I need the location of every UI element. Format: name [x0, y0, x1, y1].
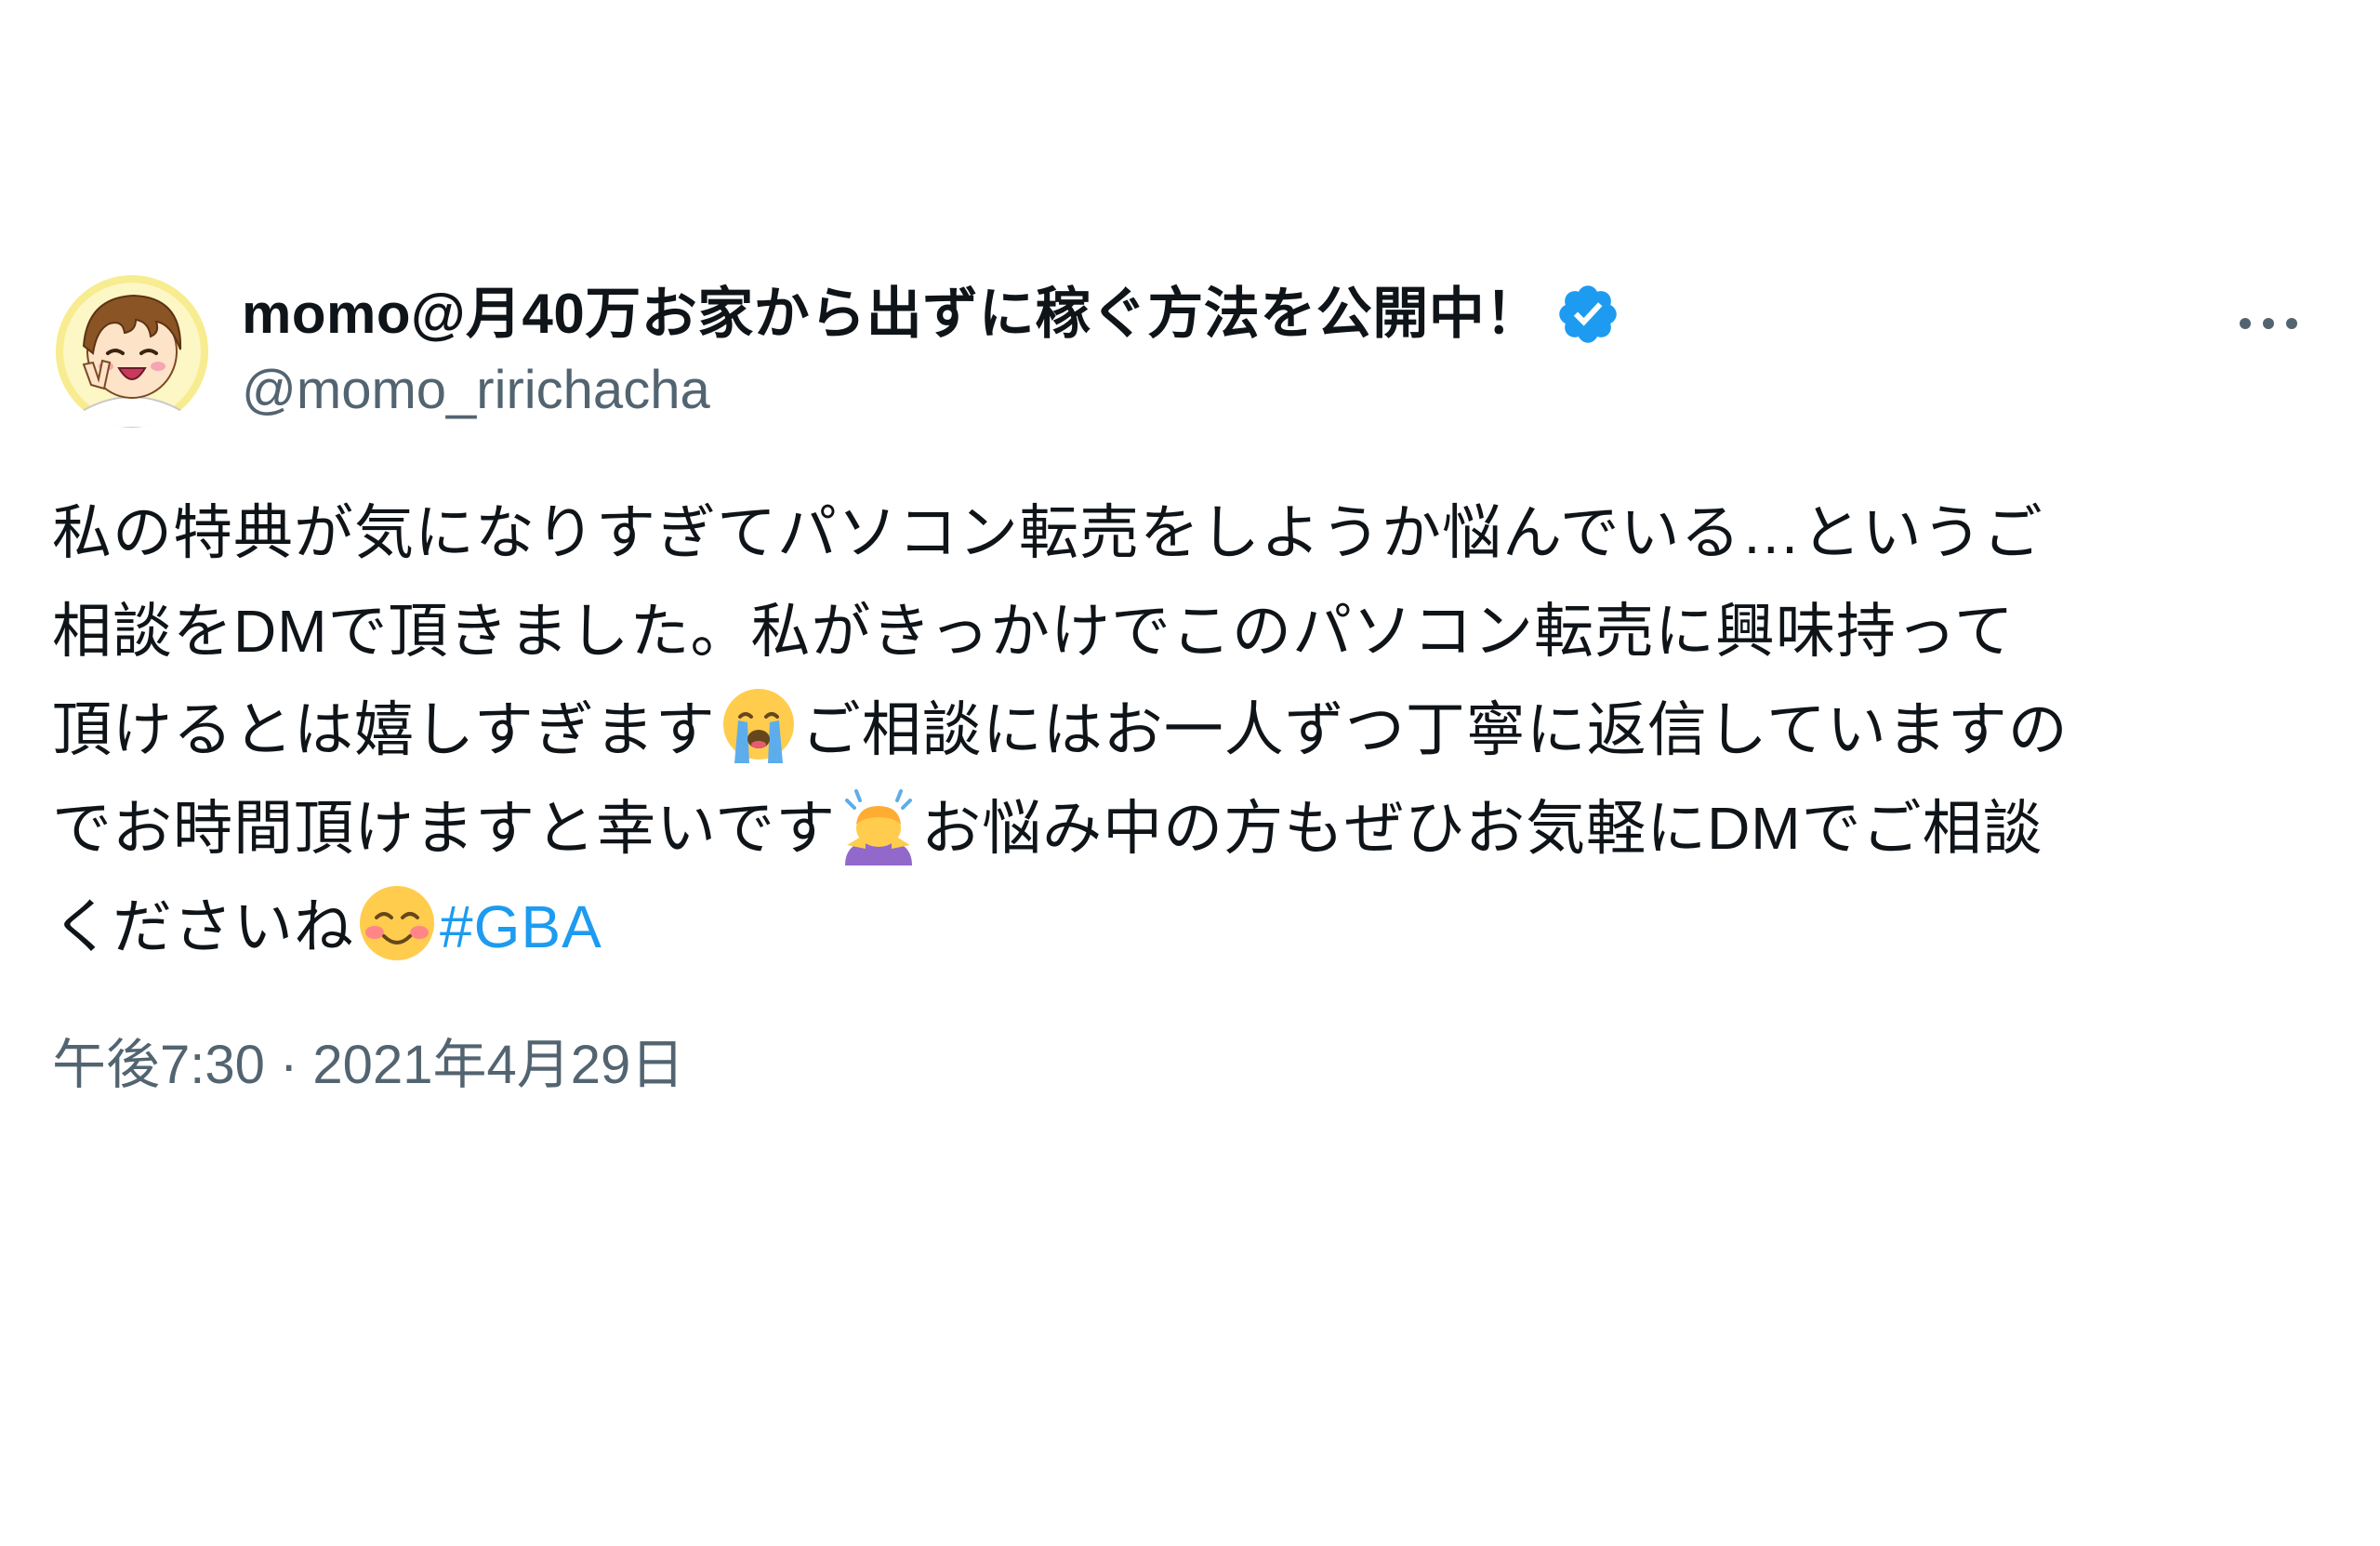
tweet-text-segment: でお時間頂けますと幸いです [52, 795, 837, 862]
cartoon-boy-avatar-icon [56, 275, 208, 428]
display-name-row: momo@月40万お家から出ずに稼ぐ方法を公開中！ [242, 277, 1621, 351]
tweet-line: 私の特典が気になりすぎてパソコン転売をしようか悩んでいる…というご [52, 483, 2302, 582]
more-dots-icon [2240, 318, 2297, 329]
tweet-text-segment: 相談をDMで頂きました。私がきっかけでこのパソコン転売に興味持って [52, 598, 2015, 665]
avatar[interactable] [56, 275, 208, 428]
tweet-text: 私の特典が気になりすぎてパソコン転売をしようか悩んでいる…というご 相談をDMで… [52, 483, 2302, 976]
tweet-line: くださいね #GBA [52, 878, 2302, 976]
person-bowing-emoji [838, 784, 919, 865]
tweet-text-segment: くださいね [52, 893, 354, 960]
tweet-timestamp[interactable]: 午後7:30 · 2021年4月29日 [52, 1028, 2311, 1103]
tweet-text-segment: 頂けるとは嬉しすぎます [52, 696, 716, 763]
tweet-line: 相談をDMで頂きました。私がきっかけでこのパソコン転売に興味持って [52, 582, 2302, 681]
tweet-text-segment: ご相談にはお一人ずつ丁寧に返信していますの [800, 696, 2069, 763]
user-names: momo@月40万お家から出ずに稼ぐ方法を公開中！ @momo_ririchac… [242, 277, 1621, 428]
smiling-face-emoji [356, 882, 438, 964]
more-options-button[interactable] [2229, 296, 2307, 351]
tweet-text-segment: お悩み中の方もぜひお気軽にDMでご相談 [921, 795, 2043, 862]
tweet-line: でお時間頂けますと幸いです お悩み中の方もぜひお気軽にDMでご相談 [52, 779, 2302, 878]
tweet-header: momo@月40万お家から出ずに稼ぐ方法を公開中！ @momo_ririchac… [52, 275, 2311, 435]
display-name[interactable]: momo@月40万お家から出ずに稼ぐ方法を公開中！ [242, 277, 1541, 351]
loudly-crying-face-emoji [718, 685, 800, 767]
tweet-text-segment: 私の特典が気になりすぎてパソコン転売をしようか悩んでいる…というご [52, 499, 2043, 566]
verified-badge-icon[interactable] [1554, 281, 1621, 348]
tweet-line: 頂けるとは嬉しすぎます ご相談にはお一人ずつ丁寧に返信していますの [52, 681, 2302, 779]
hashtag-link[interactable]: #GBA [440, 893, 602, 960]
tweet-card: momo@月40万お家から出ずに稼ぐ方法を公開中！ @momo_ririchac… [52, 275, 2311, 1103]
user-handle[interactable]: @momo_ririchacha [242, 353, 1621, 428]
